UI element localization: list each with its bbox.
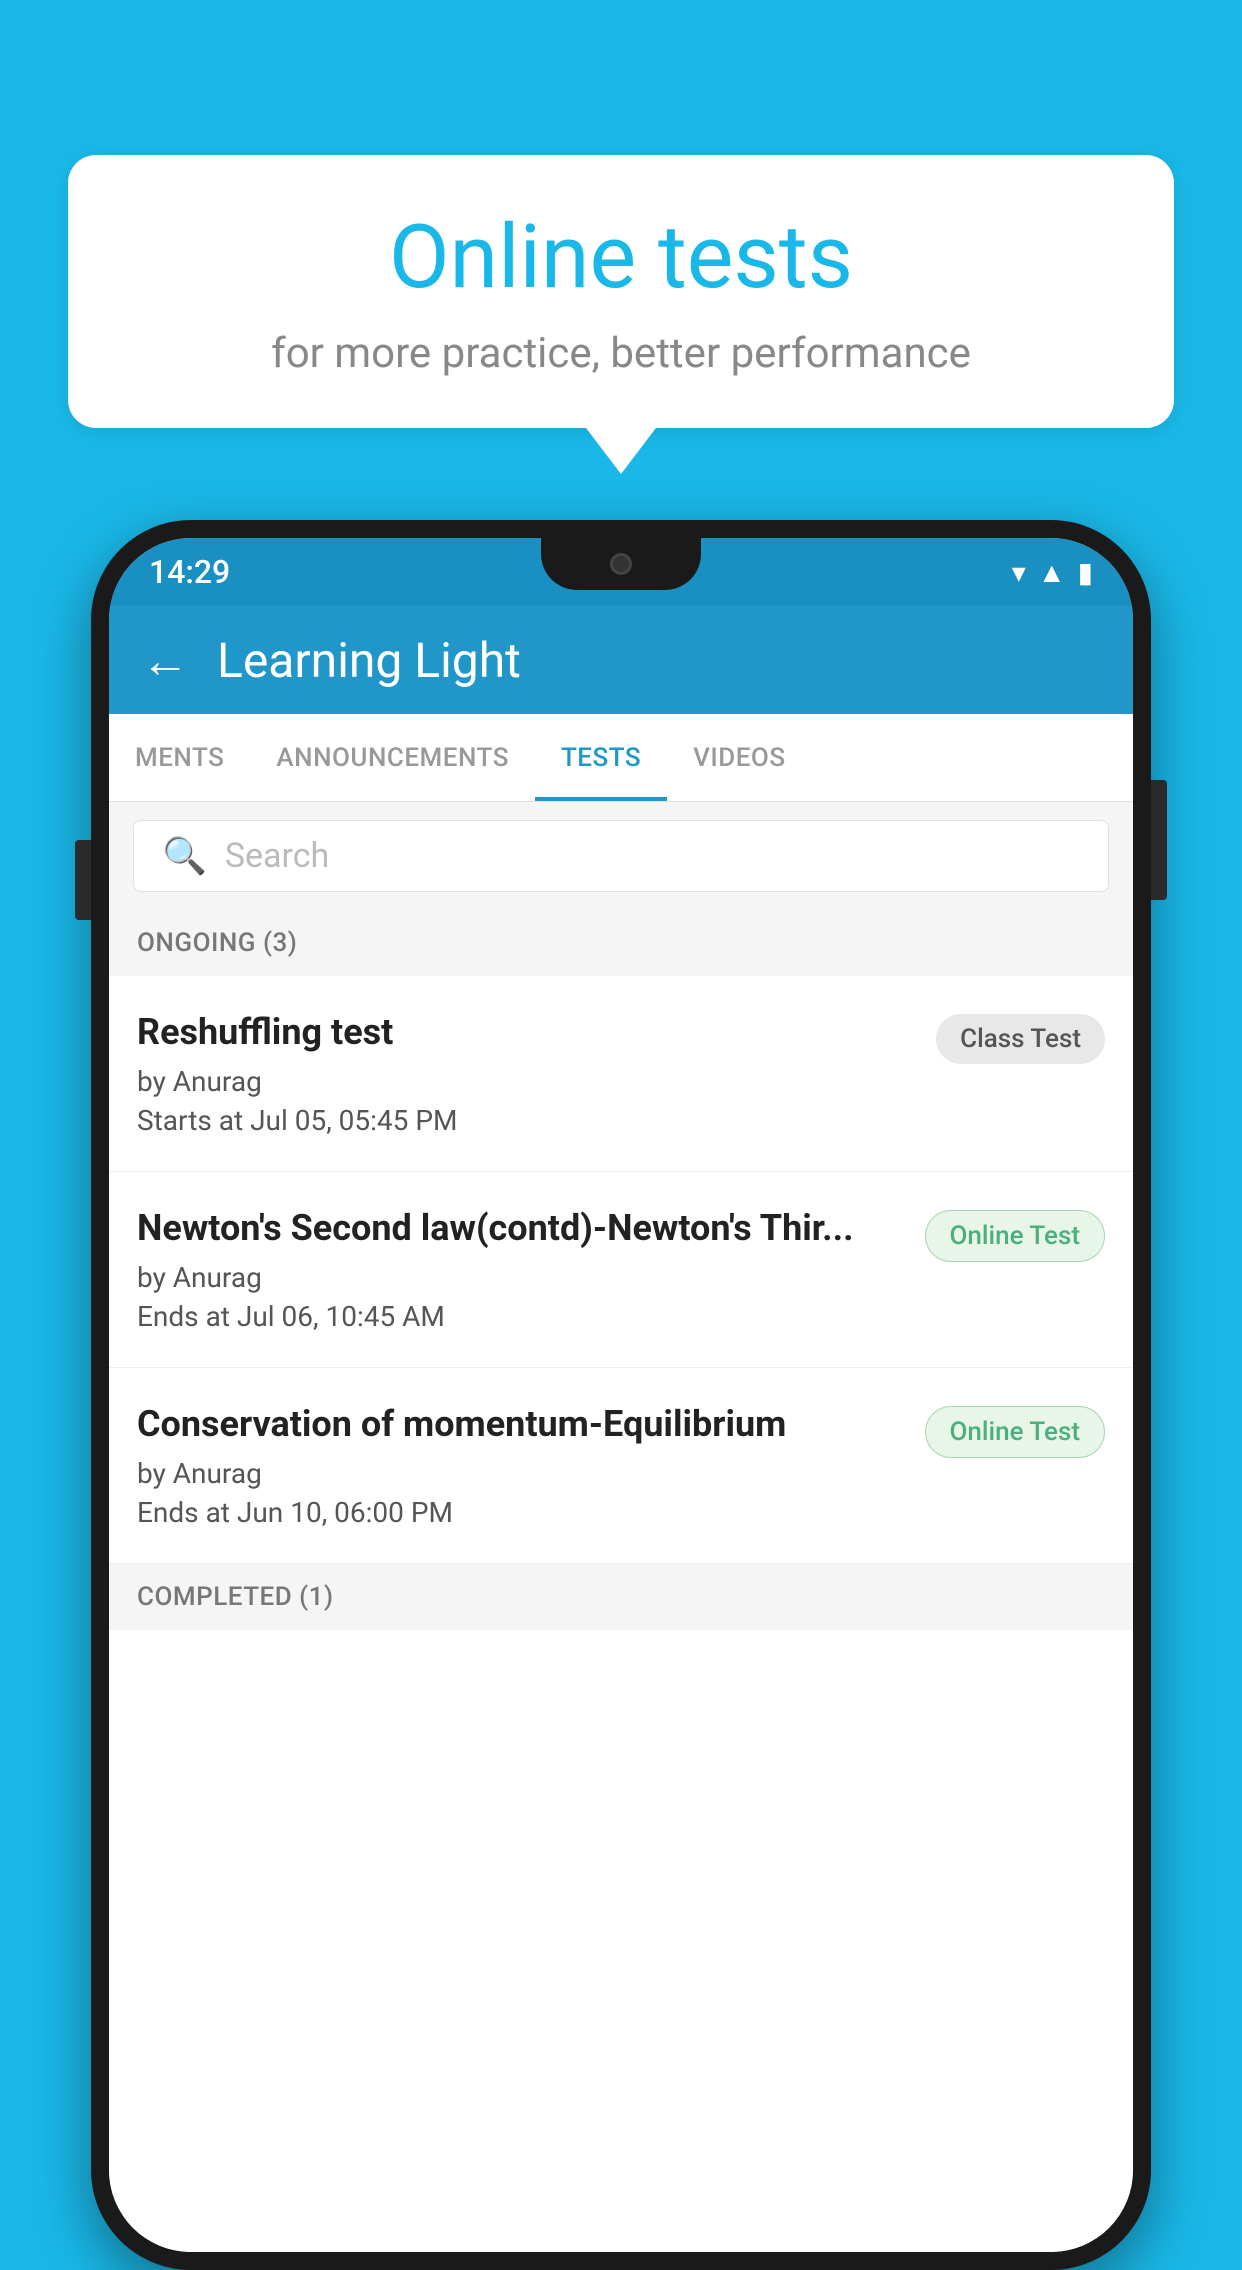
tabs-bar: MENTS ANNOUNCEMENTS TESTS VIDEOS bbox=[109, 714, 1133, 802]
status-time: 14:29 bbox=[149, 553, 230, 591]
test-item-1[interactable]: Reshuffling test by Anurag Starts at Jul… bbox=[109, 976, 1133, 1172]
test-author-3: by Anurag bbox=[137, 1457, 905, 1490]
test-time-2: Ends at Jul 06, 10:45 AM bbox=[137, 1300, 905, 1333]
tab-ments[interactable]: MENTS bbox=[109, 714, 250, 801]
phone-notch bbox=[541, 538, 701, 590]
test-author-1: by Anurag bbox=[137, 1065, 916, 1098]
tests-list: Reshuffling test by Anurag Starts at Jul… bbox=[109, 976, 1133, 2252]
app-title: Learning Light bbox=[217, 632, 521, 689]
test-time-1: Starts at Jul 05, 05:45 PM bbox=[137, 1104, 916, 1137]
test-item-3[interactable]: Conservation of momentum-Equilibrium by … bbox=[109, 1368, 1133, 1564]
test-badge-2: Online Test bbox=[925, 1210, 1106, 1262]
camera-dot bbox=[610, 553, 632, 575]
phone-mockup: 14:29 ▾ ▲ ▮ ← Learning Light MENTS ANNOU… bbox=[91, 520, 1151, 2270]
search-placeholder: Search bbox=[225, 836, 329, 876]
test-badge-3: Online Test bbox=[925, 1406, 1106, 1458]
promo-title: Online tests bbox=[128, 210, 1114, 307]
status-icons: ▾ ▲ ▮ bbox=[1012, 556, 1093, 589]
test-info-3: Conservation of momentum-Equilibrium by … bbox=[137, 1402, 925, 1529]
search-icon: 🔍 bbox=[162, 835, 207, 877]
phone-inner: 14:29 ▾ ▲ ▮ ← Learning Light MENTS ANNOU… bbox=[109, 538, 1133, 2252]
back-button[interactable]: ← bbox=[141, 632, 189, 689]
tab-videos[interactable]: VIDEOS bbox=[667, 714, 811, 801]
signal-icon: ▲ bbox=[1038, 556, 1066, 589]
test-name-3: Conservation of momentum-Equilibrium bbox=[137, 1402, 905, 1447]
search-bar[interactable]: 🔍 Search bbox=[133, 820, 1109, 892]
promo-subtitle: for more practice, better performance bbox=[128, 329, 1114, 378]
section-ongoing-header: ONGOING (3) bbox=[109, 910, 1133, 976]
test-name-1: Reshuffling test bbox=[137, 1010, 916, 1055]
test-time-3: Ends at Jun 10, 06:00 PM bbox=[137, 1496, 905, 1529]
wifi-icon: ▾ bbox=[1012, 556, 1026, 589]
test-info-2: Newton's Second law(contd)-Newton's Thir… bbox=[137, 1206, 925, 1333]
battery-icon: ▮ bbox=[1078, 556, 1093, 589]
promo-card: Online tests for more practice, better p… bbox=[68, 155, 1174, 428]
test-badge-1: Class Test bbox=[936, 1014, 1105, 1064]
test-name-2: Newton's Second law(contd)-Newton's Thir… bbox=[137, 1206, 905, 1251]
search-container: 🔍 Search bbox=[109, 802, 1133, 910]
test-info-1: Reshuffling test by Anurag Starts at Jul… bbox=[137, 1010, 936, 1137]
section-completed-header: COMPLETED (1) bbox=[109, 1564, 1133, 1630]
tab-tests[interactable]: TESTS bbox=[535, 714, 667, 801]
test-author-2: by Anurag bbox=[137, 1261, 905, 1294]
phone-outer: 14:29 ▾ ▲ ▮ ← Learning Light MENTS ANNOU… bbox=[91, 520, 1151, 2270]
test-item-2[interactable]: Newton's Second law(contd)-Newton's Thir… bbox=[109, 1172, 1133, 1368]
app-bar: ← Learning Light bbox=[109, 606, 1133, 714]
tab-announcements[interactable]: ANNOUNCEMENTS bbox=[250, 714, 535, 801]
